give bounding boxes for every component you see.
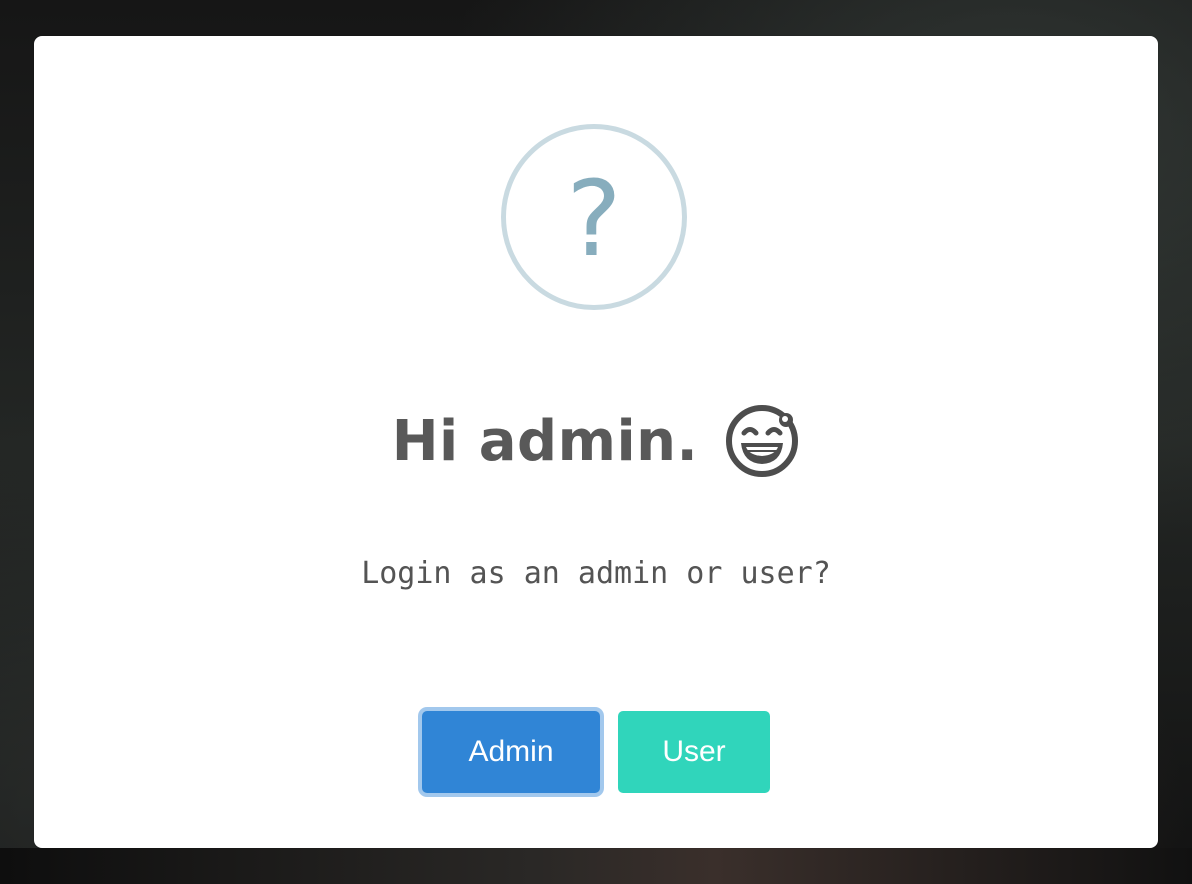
admin-button[interactable]: Admin	[422, 711, 600, 793]
user-button[interactable]: User	[618, 711, 770, 793]
dialog-title-row: Hi admin.	[34, 396, 1158, 486]
dialog-message: Login as an admin or user?	[361, 556, 831, 591]
dialog-title: Hi admin.	[391, 408, 699, 474]
backdrop-bottom-strip	[0, 848, 1192, 884]
login-choice-dialog: ? Hi admin. Login as an admin or user? A…	[34, 36, 1158, 848]
question-mark-glyph: ?	[566, 158, 622, 280]
grinning-face-sweat-icon	[726, 405, 799, 477]
question-icon: ?	[501, 124, 687, 310]
dialog-actions: Admin User	[34, 706, 1158, 798]
